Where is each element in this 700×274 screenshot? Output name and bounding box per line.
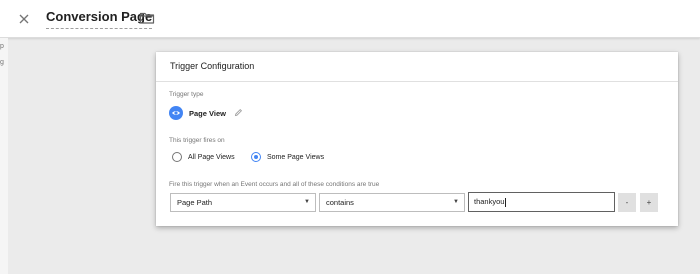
radio-button-unchecked[interactable] [172, 152, 182, 162]
folder-button[interactable] [139, 11, 155, 25]
background-panel: p g [0, 38, 8, 274]
condition-label: Fire this trigger when an Event occurs a… [169, 181, 380, 188]
condition-value-input[interactable]: thankyou [468, 192, 615, 212]
condition-value-text: thankyou [474, 197, 505, 206]
add-condition-button[interactable]: + [640, 193, 658, 212]
radio-all-page-views[interactable]: All Page Views [172, 152, 235, 162]
fires-on-label: This trigger fires on [169, 137, 225, 144]
operator-select-value: contains [326, 198, 354, 207]
trigger-type-value: Page View [189, 108, 226, 118]
dropdown-arrow-icon: ▼ [304, 199, 310, 205]
variable-select-value: Page Path [177, 198, 213, 207]
eye-icon [169, 106, 183, 120]
background-text-fragment: p [0, 43, 4, 50]
radio-some-page-views[interactable]: Some Page Views [251, 152, 324, 162]
variable-select[interactable]: Page Path ▼ [170, 193, 316, 212]
dropdown-arrow-icon: ▼ [453, 199, 459, 205]
text-cursor [505, 197, 507, 207]
radio-button-checked[interactable] [251, 152, 261, 162]
trigger-type-selector[interactable]: Page View [169, 105, 243, 121]
close-button[interactable] [14, 9, 34, 29]
top-bar: Conversion Page [0, 0, 700, 38]
close-icon [19, 14, 29, 24]
folder-icon [139, 12, 155, 24]
radio-label: Some Page Views [267, 153, 325, 161]
operator-select[interactable]: contains ▼ [319, 193, 465, 212]
trigger-name-title[interactable]: Conversion Page [46, 8, 153, 29]
trigger-configuration-card: Trigger Configuration Trigger type Page … [156, 52, 678, 226]
card-title: Trigger Configuration [156, 52, 678, 82]
remove-condition-button[interactable]: - [618, 193, 636, 212]
background-text-fragment: g [0, 59, 4, 66]
radio-label: All Page Views [188, 153, 235, 161]
trigger-type-label: Trigger type [169, 91, 204, 98]
pencil-icon[interactable] [234, 104, 243, 122]
